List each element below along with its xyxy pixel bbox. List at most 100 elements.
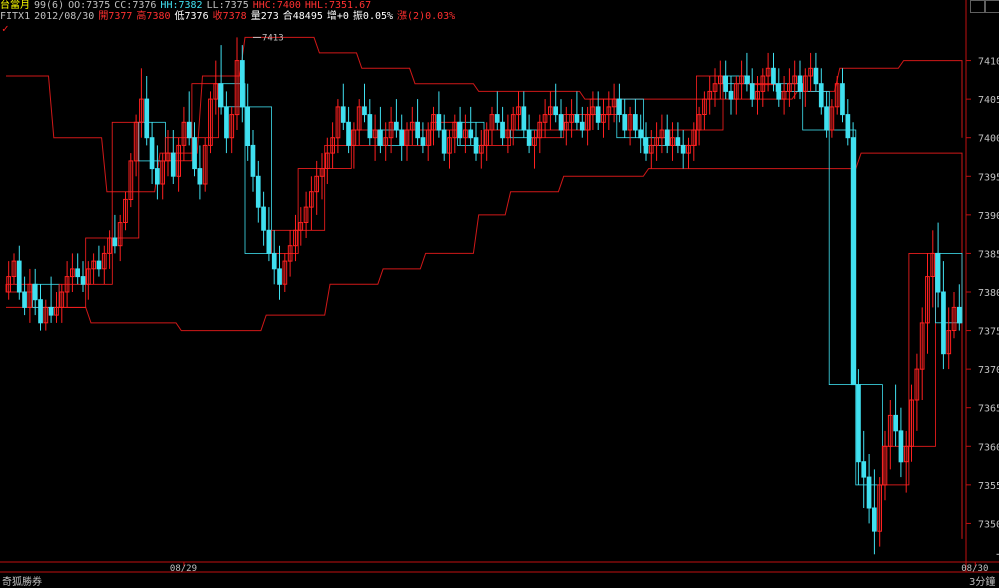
candle-body [813,67,819,85]
price-tick-label: 7395 [978,172,999,183]
candle-body [935,252,941,293]
candle-body [664,129,670,146]
candle-body [16,260,22,293]
candle-body [728,90,734,100]
candle-body [521,106,527,131]
range-box [191,83,219,139]
price-axis: 7350 7355 7360 7365 7370 7375 7380 7385 7390 7395… [0,0,999,573]
candle-body [80,276,86,285]
candle-body [856,384,861,463]
candle-body [638,129,643,139]
candle-body [643,137,649,154]
candle-body [420,137,426,146]
candle-body [367,114,373,139]
candle-body [633,114,638,131]
candlestick-chart: 7350 7355 7360 7365 7370 7375 7380 7385 7390 7395… [0,0,999,574]
candle-body [824,106,829,131]
range-boxes [5,75,963,486]
candle-body [240,60,245,108]
price-annotation: 7413 [262,33,284,43]
range-box [536,129,565,139]
candle-body [553,106,558,116]
candle-body [399,129,404,146]
candle-body [436,114,442,131]
candle-body [346,121,351,146]
candle-body [818,83,824,108]
candle-body [149,137,155,170]
candle-body [144,98,150,139]
candle-body [494,114,500,123]
candle-body [186,121,192,139]
candle-body [441,129,447,154]
candle-body [261,206,266,231]
candle-body [771,67,776,85]
candle-body [500,121,505,139]
candle-body [840,83,845,116]
candle-body [394,121,399,131]
price-tick-label: 7405 [978,95,999,106]
candle-body [32,283,38,301]
timeframe-label[interactable]: 3分鐘 [969,573,995,588]
candle-body [22,291,27,308]
price-tick-label: 7380 [978,288,999,299]
candle-body [96,260,102,270]
price-tick-label: 7410 [978,57,999,68]
candle-body [872,507,877,532]
candle-body [38,299,43,324]
candle-body [680,144,686,154]
candle-body [579,121,585,131]
channel-lines [6,36,963,539]
candle-body [776,83,782,100]
candle-body [957,306,962,324]
candle-body [48,306,54,316]
candle-body [415,121,420,139]
candle-body [468,129,474,139]
candle-body [861,461,867,478]
channel-lower-line [6,152,963,539]
price-tick-label: 7355 [978,481,999,492]
candles [6,37,962,555]
candle-body [622,114,628,131]
candle-body [574,114,580,123]
candle-body [340,106,346,123]
candle-body [75,268,81,278]
candle-body [898,430,904,463]
range-box [271,229,299,254]
candle-body [744,75,750,85]
candle-body [250,144,256,177]
price-tick-label: 7400 [978,134,999,145]
candle-body [723,75,728,92]
candle-body [595,106,601,123]
candle-body [893,414,898,432]
candle-body [255,175,261,208]
candle-body [526,129,532,146]
candle-body [277,268,282,285]
candle-body [218,83,224,108]
price-tick-label: 7390 [978,211,999,222]
candle-body [155,168,160,185]
candle-body [617,98,622,115]
price-tick-label: 7370 [978,365,999,376]
date-label: 08/29 [170,564,197,574]
range-box [881,445,910,486]
candle-body [457,121,463,139]
candle-body [245,106,251,146]
candle-body [112,237,118,247]
price-tick-label: 7375 [978,327,999,338]
candle-body [224,106,229,139]
candle-body [850,137,856,386]
candle-body [192,137,197,170]
candle-body [558,114,564,131]
candle-body [845,114,851,139]
candle-body [941,291,946,355]
price-tick-label: 7385 [978,249,999,260]
candle-body [170,152,176,177]
candle-body [197,168,203,185]
price-tick-label: 7365 [978,404,999,415]
footer-brand-label: 奇狐勝券 [2,577,42,588]
candle-body [266,229,272,254]
candle-body [797,75,803,92]
candle-body [675,137,681,146]
candle-body [749,83,755,100]
candle-body [362,106,367,116]
